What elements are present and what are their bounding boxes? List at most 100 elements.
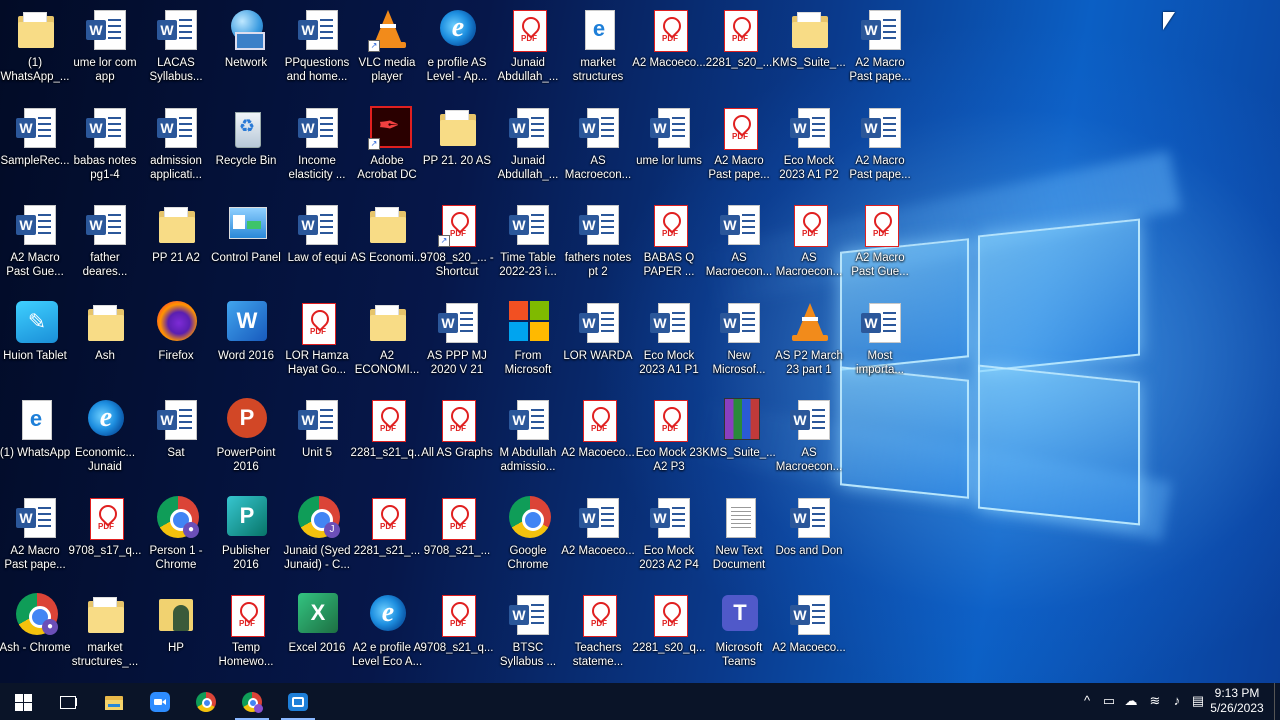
desktop-icon[interactable]: Wume lor lums: [634, 100, 704, 190]
desktop-icon[interactable]: W A2 Macro Past pape...: [845, 2, 915, 92]
chrome-profile-button[interactable]: [229, 683, 275, 720]
desktop-icon[interactable]: W Junaid Abdullah_...: [493, 100, 563, 190]
notification-icon[interactable]: ▤: [1190, 693, 1206, 709]
desktop-icon[interactable]: PDF LOR Hamza Hayat Go...: [282, 295, 352, 385]
desktop-icon[interactable]: e e profile AS Level - Ap...: [422, 2, 492, 92]
desktop-icon[interactable]: W AS Macroecon...: [563, 100, 633, 190]
desktop-icon[interactable]: W Income elasticity ...: [282, 100, 352, 190]
desktop-icon[interactable]: W A2 Macro Past pape...: [0, 490, 70, 580]
desktop-icon[interactable]: ♻ Recycle Bin: [211, 100, 281, 190]
desktop-icon[interactable]: P PowerPoint 2016: [211, 392, 281, 482]
task-view-button[interactable]: [45, 683, 91, 720]
desktop-icon[interactable]: AS Economi...: [351, 197, 423, 287]
show-desktop-button[interactable]: [1274, 683, 1280, 720]
desktop-icon[interactable]: HP: [141, 587, 211, 677]
screen-recorder-button[interactable]: [275, 683, 321, 720]
desktop-icon[interactable]: W M Abdullah admissio...: [493, 392, 563, 482]
desktop-icon[interactable]: W AS Macroecon...: [774, 392, 844, 482]
desktop-icon[interactable]: W AS PPP MJ 2020 V 21: [422, 295, 492, 385]
desktop-icon[interactable]: PDF 2281_s20_...: [704, 2, 774, 92]
desktop-icon[interactable]: PDF ↗ 9708_s20_... - Shortcut: [420, 197, 494, 287]
desktop-icon[interactable]: ✒ ↗ Adobe Acrobat DC: [352, 100, 422, 190]
desktop-icon[interactable]: PDF A2 Macoeco...: [561, 392, 635, 482]
desktop-icon[interactable]: W Most importa...: [845, 295, 915, 385]
zoom-button[interactable]: [137, 683, 183, 720]
onedrive-cloud-icon[interactable]: ☁: [1123, 693, 1139, 709]
desktop-icon[interactable]: e Economic... Junaid: [70, 392, 140, 482]
desktop-icon[interactable]: PDF Teachers stateme...: [563, 587, 633, 677]
desktop-icon[interactable]: T Microsoft Teams: [704, 587, 774, 677]
desktop-icon[interactable]: e A2 e profile A Level Eco A...: [352, 587, 422, 677]
desktop-icon[interactable]: PDF A2 Macoeco...: [632, 2, 706, 92]
desktop-icon[interactable]: W Word 2016: [211, 295, 281, 385]
desktop-icon[interactable]: PDF A2 Macro Past Gue...: [845, 197, 915, 287]
desktop-icon[interactable]: ✎ Huion Tablet: [0, 295, 70, 385]
desktop-icon[interactable]: ↗ VLC media player: [352, 2, 422, 92]
wifi-icon[interactable]: ≋: [1147, 693, 1163, 709]
desktop-icon[interactable]: e (1) WhatsApp: [0, 392, 70, 482]
desktop-icon[interactable]: PDF Junaid Abdullah_...: [493, 2, 563, 92]
desktop-icon[interactable]: Firefox: [141, 295, 211, 385]
desktop-icon[interactable]: Ash: [70, 295, 140, 385]
desktop-icon[interactable]: ● Ash - Chrome: [0, 587, 70, 677]
clock[interactable]: 9:13 PM 5/26/2023: [1208, 686, 1266, 716]
desktop-icon[interactable]: PDF 2281_s20_q...: [633, 587, 705, 677]
desktop-icon[interactable]: PDF 9708_s17_q...: [69, 490, 141, 580]
desktop-icon[interactable]: PDF Temp Homewo...: [211, 587, 281, 677]
desktop-icon[interactable]: W A2 Macoeco...: [561, 490, 635, 580]
desktop-icon[interactable]: W SampleRec...: [0, 100, 70, 190]
show-hidden-icons-chevron-icon[interactable]: ^: [1079, 693, 1095, 709]
desktop-icon[interactable]: Network: [211, 2, 281, 92]
desktop-icon[interactable]: Wbabas notes pg1-4: [70, 100, 140, 190]
desktop-icon[interactable]: market structures_...: [70, 587, 140, 677]
desktop-icon[interactable]: PDF 9708_s21_q...: [421, 587, 493, 677]
device-icon[interactable]: ▭: [1101, 693, 1117, 709]
desktop-icon[interactable]: AS P2 March 23 part 1: [774, 295, 844, 385]
desktop-icon[interactable]: W PPquestions and home...: [282, 2, 352, 92]
desktop-icon[interactable]: W New Microsof...: [704, 295, 774, 385]
desktop-icon[interactable]: W Eco Mock 2023 A1 P1: [634, 295, 704, 385]
desktop-icon[interactable]: W Eco Mock 2023 A1 P2: [774, 100, 844, 190]
desktop-icon[interactable]: PDF Eco Mock 23 A2 P3: [634, 392, 704, 482]
desktop-icon[interactable]: KMS_Suite_...: [772, 2, 846, 92]
desktop-icon[interactable]: W AS Macroecon...: [704, 197, 774, 287]
desktop-icon[interactable]: W Unit 5: [282, 392, 352, 482]
desktop-icon[interactable]: New Text Document: [704, 490, 774, 580]
desktop-icon[interactable]: e market structures: [563, 2, 633, 92]
desktop-icon[interactable]: J Junaid (Syed Junaid) - C...: [282, 490, 352, 580]
desktop-icon[interactable]: W Law of equi: [282, 197, 352, 287]
desktop-icon[interactable]: PP 21 A2: [141, 197, 211, 287]
file-explorer-button[interactable]: [91, 683, 137, 720]
chrome-button[interactable]: [183, 683, 229, 720]
desktop-icon[interactable]: From Microsoft: [493, 295, 563, 385]
volume-icon[interactable]: ♪: [1169, 693, 1185, 709]
desktop-icon[interactable]: Wume lor com app: [70, 2, 140, 92]
desktop-icon[interactable]: W Sat: [141, 392, 211, 482]
start-button[interactable]: [0, 683, 46, 720]
desktop-icon[interactable]: Google Chrome: [493, 490, 563, 580]
desktop-icon[interactable]: PDF BABAS Q PAPER ...: [634, 197, 704, 287]
desktop-icon[interactable]: W LOR WARDA: [563, 295, 633, 385]
desktop-icon[interactable]: P Publisher 2016: [211, 490, 281, 580]
desktop-icon[interactable]: W A2 Macro Past Gue...: [0, 197, 70, 287]
desktop-icon[interactable]: PDF AS Macroecon...: [774, 197, 844, 287]
desktop-icon[interactable]: PDF A2 Macro Past pape...: [704, 100, 774, 190]
desktop-icon[interactable]: Wfathers notes pt 2: [563, 197, 633, 287]
desktop-icon[interactable]: PDF 2281_s21_...: [352, 490, 422, 580]
desktop-icon[interactable]: W A2 Macoeco...: [772, 587, 846, 677]
desktop-icon[interactable]: PDF 2281_s21_q...: [351, 392, 423, 482]
desktop-icon[interactable]: (1) WhatsApp_...: [0, 2, 70, 92]
desktop-icon[interactable]: W Eco Mock 2023 A2 P4: [634, 490, 704, 580]
desktop-icon[interactable]: PDF 9708_s21_...: [422, 490, 492, 580]
desktop-icon[interactable]: Control Panel: [211, 197, 281, 287]
desktop-icon[interactable]: KMS_Suite_...: [702, 392, 776, 482]
desktop-icon[interactable]: A2 ECONOMI...: [352, 295, 422, 385]
desktop-icon[interactable]: PP 21. 20 AS: [422, 100, 492, 190]
desktop-icon[interactable]: W BTSC Syllabus ...: [493, 587, 563, 677]
desktop-icon[interactable]: W Time Table 2022-23 i...: [493, 197, 563, 287]
desktop-icon[interactable]: ● Person 1 - Chrome: [141, 490, 211, 580]
desktop-icon[interactable]: PDF All AS Graphs: [421, 392, 493, 482]
desktop-icon[interactable]: Wadmission applicati...: [141, 100, 211, 190]
desktop-icon[interactable]: W LACAS Syllabus...: [141, 2, 211, 92]
desktop-icon[interactable]: W Dos and Don: [774, 490, 844, 580]
